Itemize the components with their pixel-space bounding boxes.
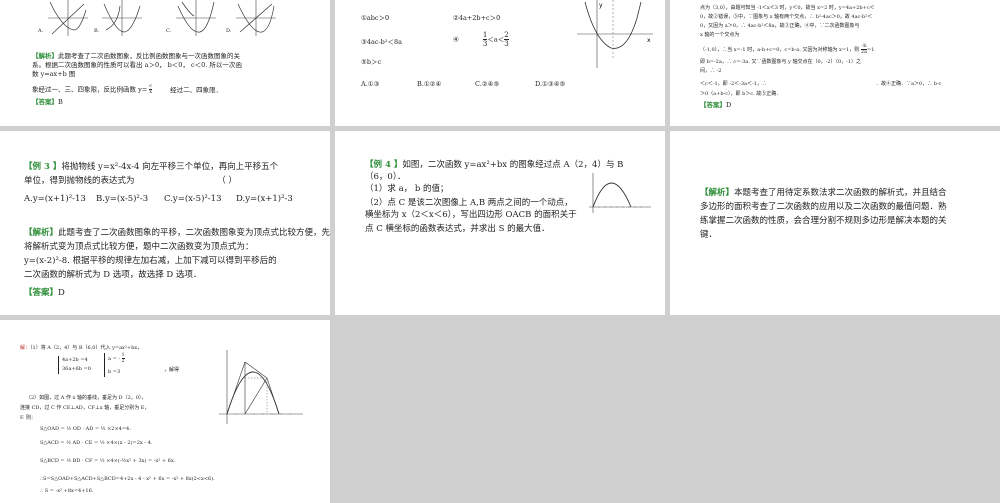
analysis-line-1: 【解析】此题考查了二次函数图象，反比例函数图象与一次函数图象的关 — [32, 52, 240, 60]
solution-tag: 解： — [20, 345, 31, 351]
slide-example-statements-analysis: 点为（3,0），由题可知当 -1＜x＜3 时，y＜0，故当 x=2 时，y=4a… — [670, 0, 1000, 126]
question-line-1: 【例 3 】将抛物线 y=x²-4x-4 向左平移三个单位，再向上平移五个 — [24, 162, 279, 172]
answer-blank: （ ） — [217, 176, 237, 186]
analysis-line-4: 象经过一、三、四象限，反比例函数 y= c x 经过二、四象限． — [32, 83, 223, 95]
question-line-3: （1）求 a， b 的值； — [365, 184, 449, 194]
option-a-label: A. — [38, 28, 44, 34]
answer-value: D — [58, 288, 65, 298]
area-sum: ∴S=S△OAD+S△ACD+S△BCD=4+2x - 4 - x² + 6x … — [40, 476, 215, 482]
option-d-label: D. — [226, 28, 232, 34]
analysis-line-9: ．故④正确．∵a＞0，∴ b-c — [876, 81, 942, 87]
analysis-tag: 【解析】 — [32, 52, 58, 60]
analysis-line-2: 多边形的面积考查了二次函数的应用以及二次函数的最值问题．熟 — [700, 202, 947, 212]
slide-example-3: 【例 3 】将抛物线 y=x²-4x-4 向左平移三个单位，再向上平移五个 单位… — [0, 131, 330, 315]
question-line-6: 点 C 横坐标的函数表达式，并求出 S 的最大值． — [365, 224, 550, 234]
analysis-line-5: （-1,0），∴当 x=-1 时，a-b+c=0，c=b-a. 又因为对称轴为 … — [700, 43, 875, 55]
solution-figure — [219, 350, 303, 424]
option-a: A.①③ — [361, 80, 380, 88]
answer-value: B — [58, 98, 63, 106]
analysis-line-8: ＜c＜-1，即 -2＜-3a＜-1，∴ — [700, 81, 767, 87]
analysis-line-1: 【解析】本题考查了用待定系数法求二次函数的解析式，并且结合 — [700, 188, 947, 198]
analysis-line-4: x 轴的一个交点为 — [700, 32, 740, 38]
statement-1: ①abc＞0 — [361, 14, 390, 22]
option-b: B.y=(x-5)²-3 — [96, 194, 149, 204]
area-bcd: S△BCD = ½ BD · CF = ½ ×4×(-½x² + 3x) = -… — [40, 458, 176, 464]
answer-value: D — [726, 101, 732, 109]
area-acd: S△ACD = ½ AD · CE = ½ ×4×(x - 2)=2x - 4. — [40, 440, 153, 446]
area-oad: S△OAD = ½ OD · AD = ½ ×2×4=4. — [40, 426, 131, 432]
analysis-line-7: 间，∴ -2 — [700, 68, 722, 74]
analysis-line-3: 0，又因为 a＞0，∴ 4ac-b²＜8a，故③正确，④中，∵二次函数图象与 — [700, 23, 860, 29]
answer-line: 【答案】D — [700, 101, 731, 110]
answer-line: 【答案】D — [24, 287, 65, 300]
solution-line-2: （2）如图，过 A 作 x 轴的垂线，垂足为 D（2，0）， — [26, 395, 147, 401]
statement-2: ②4a+2b+c＞0 — [453, 14, 501, 22]
graph-d — [236, 0, 276, 36]
slide-example-4-analysis: 【解析】本题考查了用待定系数法求二次函数的解析式，并且结合 多边形的面积考查了二… — [670, 131, 1000, 315]
analysis-line-2: 将解析式变为顶点式比较方便，题中二次函数变为顶点式为： — [24, 242, 254, 252]
analysis-line-4: 键． — [700, 230, 718, 240]
slide-example-statements: ①abc＞0 ②4a+2b+c＞0 ③4ac-b²＜8a ④ 1 3 ＜a＜ 2… — [335, 0, 665, 126]
option-c-label: C. — [166, 28, 172, 34]
area-max: ∴ S = -x² +8x=4+16. — [40, 488, 94, 494]
option-b-label: B. — [94, 28, 100, 34]
fraction-c-over-x: c x — [149, 83, 153, 95]
equation-system: 4a+2b =4 36a+6b =0 — [58, 356, 91, 374]
x-axis-label: x — [647, 37, 651, 44]
example-tag: 【例 3 】 — [24, 162, 62, 172]
solution-line-1: 解：（1）将 A（2，4）与 B（6,0）代入 y=ax²+bx， — [20, 345, 143, 351]
analysis-line-6: 即 b=-2a，∴ c=-3a. 又∵函数图象与 y 轴交点在（0，-2）（0，… — [700, 59, 862, 65]
answer-tag: 【答案】 — [24, 288, 59, 298]
option-c: C.②④⑤ — [475, 80, 500, 88]
option-d: D.①③④⑤ — [535, 80, 566, 88]
statement-4: ④ 1 3 ＜a＜ 2 3 — [453, 31, 509, 48]
slide-example-2-answer: A. B. C. D. 【解析】此题考查了二次函数图象，反比例函数图象与一次函数… — [0, 0, 330, 126]
analysis-line-3: y=(x-2)²-8. 根据平移的规律左加右减，上加下减可以得到平移后的 — [24, 256, 277, 266]
statement-3: ③4ac-b²＜8a — [361, 38, 402, 46]
answer-tag: 【答案】 — [32, 98, 58, 106]
solve-word: ，解得 — [164, 367, 180, 373]
answer-tag: 【答案】 — [700, 101, 726, 109]
analysis-line-3: 数 y=ax+b 图 — [32, 70, 76, 78]
fraction-two-thirds: 2 3 — [504, 31, 509, 48]
option-d: D.y=(x+1)²-3 — [236, 194, 293, 204]
slide-example-4: 【例 4 】如图，二次函数 y=ax²+bx 的图象经过点 A（2，4）与 B … — [335, 131, 665, 315]
equation-result: a = - 1 2 b =3 — [104, 353, 125, 377]
option-c: C.y=(x-5)²-13 — [164, 194, 222, 204]
y-axis-label: y — [599, 2, 603, 9]
solution-line-4: F. 则： — [20, 415, 36, 421]
analysis-line-2: 0，故②错误，③中，∵图象与 x 轴有两个交点，∴ b²-4ac＞0，故 4ac… — [700, 14, 873, 20]
analysis-line-4: 二次函数的解析式为 D 选项，故选择 D 选项． — [24, 270, 202, 280]
slide-example-4-solution: 解：（1）将 A（2，4）与 B（6,0）代入 y=ax²+bx， 4a+2b … — [0, 320, 330, 503]
analysis-tag: 【解析】 — [700, 188, 735, 198]
analysis-tag: 【解析】 — [24, 228, 59, 238]
option-a: A.y=(x+1)²-13 — [24, 194, 86, 204]
solution-line-3: 连接 CD，过 C 作 CE⊥AD，CF⊥x 轴，垂足分别为 E， — [20, 405, 150, 411]
graph-b — [102, 0, 142, 36]
fraction-half: 1 2 — [121, 353, 125, 364]
parabola-oab-graph — [589, 173, 651, 213]
answer-line: 【答案】B — [32, 98, 63, 107]
graph-options-row — [48, 0, 276, 36]
question-line-2: 单位，得到抛物线的表达式为 （ ） — [24, 176, 237, 186]
graph-c — [176, 0, 216, 36]
graph-a — [48, 0, 88, 36]
example-tag: 【例 4 】 — [365, 160, 403, 170]
question-line-5: 横坐标为 x（2＜x＜6），写出四边形 OACB 的面积关于 — [365, 210, 577, 220]
parabola-graph: y x — [577, 0, 653, 68]
analysis-line-1: 【解析】此题考查了二次函数图象的平移，二次函数图象变为顶点式比较方便，先 — [24, 228, 330, 238]
analysis-line-3: 练掌握二次函数的性质，会合理分割不规则多边形是解决本题的关 — [700, 216, 947, 226]
analysis-line-1: 点为（3,0），由题可知当 -1＜x＜3 时，y＜0，故当 x=2 时，y=4a… — [700, 5, 875, 11]
analysis-line-2: 系。根据二次函数图象的性质可以看出 a＞0， b＜0， c＜0. 所以一次函 — [32, 61, 242, 69]
option-b: B.①②④ — [417, 80, 442, 88]
statement-5: ⑤b＞c — [361, 58, 382, 66]
analysis-line-10: ＞0（a+b-c），即 b＞c. 故⑤正确． — [700, 91, 782, 97]
